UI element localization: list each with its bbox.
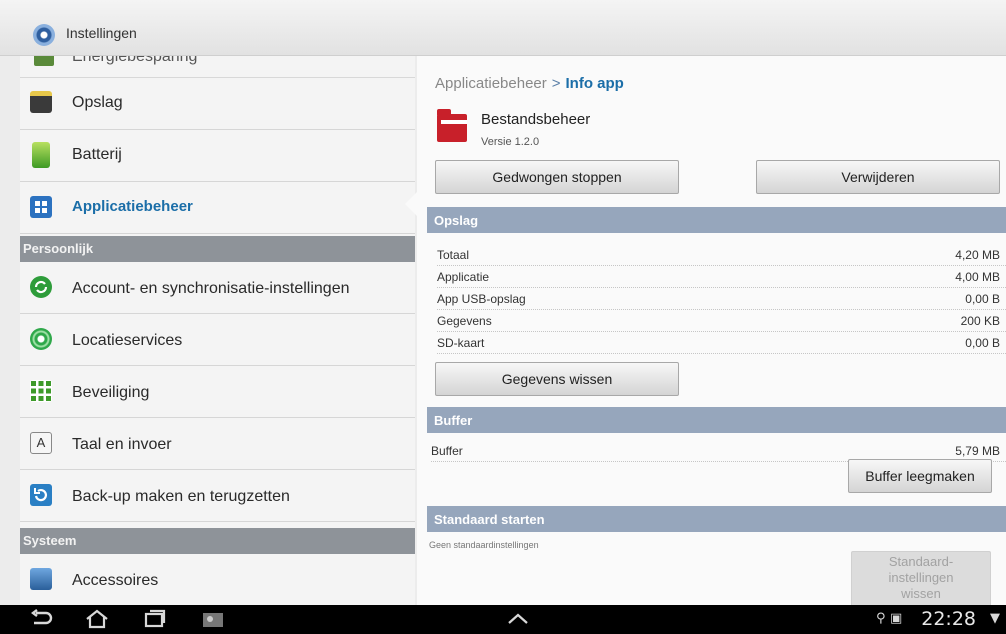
section-header-system: Systeem [20,528,415,554]
sidebar-item-storage[interactable]: Opslag [20,78,415,130]
storage-row: Gegevens 200 KB [437,310,1006,332]
storage-row: App USB-opslag 0,00 B [437,288,1006,310]
chevron-up-icon[interactable] [505,609,531,634]
system-nav-bar: ⚲ ▣ 22:28 ▼ [0,605,1006,634]
settings-sidebar: Energiebesparing Opslag Batterij Applica… [20,56,415,605]
location-icon [30,328,52,350]
breadcrumb-current: Info app [565,75,624,92]
sidebar-item-accessories[interactable]: Accessoires [20,554,415,605]
sidebar-item-applicatiebeheer[interactable]: Applicatiebeheer [20,182,415,234]
app-info-panel: Applicatiebeheer > Info app Bestandsbeheer… [417,56,1006,605]
section-header-defaults: Standaard starten [427,506,1006,532]
backup-icon [30,484,52,506]
breadcrumb-parent[interactable]: Applicatiebeheer [435,75,547,92]
energy-icon [34,56,54,66]
force-stop-button[interactable]: Gedwongen stoppen [435,160,679,194]
storage-row: Applicatie 4,00 MB [437,266,1006,288]
clear-data-button[interactable]: Gegevens wissen [435,362,679,396]
screenshot-icon[interactable] [200,609,226,634]
sync-icon [30,276,52,298]
storage-label: Gegevens [437,314,492,328]
sidebar-item-security[interactable]: Beveiliging [20,366,415,418]
sidebar-item-energy-partial[interactable]: Energiebesparing [20,56,415,78]
sd-card-icon [30,91,52,113]
wifi-signal-icon: ▼ [990,611,1000,626]
clear-defaults-button[interactable]: Standaard- instellingen wissen [851,551,991,605]
cache-value: 5,79 MB [955,444,1000,458]
home-icon[interactable] [84,609,110,634]
status-clock: 22:28 [921,608,976,630]
storage-value: 0,00 B [965,336,1000,350]
battery-icon [32,142,50,168]
recent-apps-icon[interactable] [142,609,168,634]
settings-gear-icon[interactable] [33,24,55,46]
storage-label: SD-kaart [437,336,485,350]
storage-label: App USB-opslag [437,292,526,306]
notification-image-icon: ▣ [890,611,903,626]
uninstall-button[interactable]: Verwijderen [756,160,1000,194]
cache-label: Buffer [431,444,463,458]
apps-grid-icon [30,196,52,218]
storage-row: Totaal 4,20 MB [437,244,1006,266]
sidebar-item-backup[interactable]: Back-up maken en terugzetten [20,470,415,522]
sidebar-item-language-input[interactable]: A Taal en invoer [20,418,415,470]
window-title: Instellingen [66,25,137,41]
app-name: Bestandsbeheer [481,111,591,128]
defaults-note: Geen standaardinstellingen [429,540,539,550]
selection-pointer [405,192,417,216]
usb-icon: ⚲ [876,611,886,626]
storage-label: Totaal [437,248,470,262]
folder-icon [437,109,467,142]
clear-cache-button[interactable]: Buffer leegmaken [848,459,992,493]
storage-row: SD-kaart 0,00 B [437,332,1006,354]
storage-value: 4,20 MB [955,248,1000,262]
section-header-storage: Opslag [427,207,1006,233]
storage-value: 0,00 B [965,292,1000,306]
back-icon[interactable] [28,609,54,634]
sidebar-item-location[interactable]: Locatieservices [20,314,415,366]
storage-label: Applicatie [437,270,490,284]
sidebar-item-account-sync[interactable]: Account- en synchronisatie-instellingen [20,262,415,314]
sidebar-item-battery[interactable]: Batterij [20,130,415,182]
breadcrumb: Applicatiebeheer > Info app [435,75,624,92]
storage-value: 200 KB [960,314,1000,328]
security-icon [30,380,52,402]
title-bar: Instellingen [0,0,1006,56]
accessory-icon [30,568,52,590]
section-header-cache: Buffer [427,407,1006,433]
section-header-personal: Persoonlijk [20,236,415,262]
breadcrumb-separator: > [551,75,561,92]
storage-value: 4,00 MB [955,270,1000,284]
keyboard-icon: A [30,432,52,454]
app-version: Versie 1.2.0 [481,136,540,148]
